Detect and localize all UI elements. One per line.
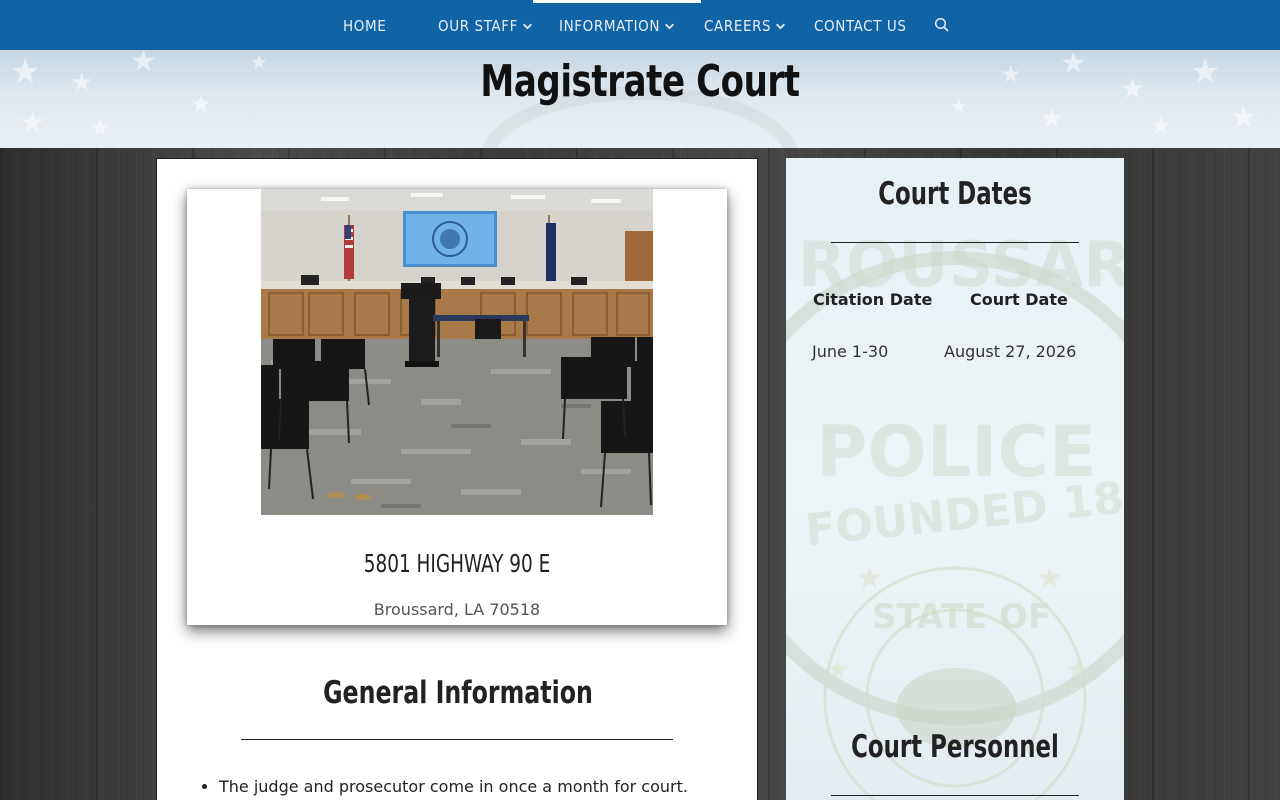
address-city: Broussard, LA 70518 — [373, 600, 541, 619]
general-information-list: The judge and prosecutor come in once a … — [219, 774, 689, 800]
chevron-down-icon — [665, 23, 675, 30]
nav-information-label: INFORMATION — [559, 17, 661, 35]
star-decoration: ★ — [1040, 104, 1064, 134]
star-decoration: ★ — [1190, 52, 1221, 92]
svg-text:★: ★ — [1066, 654, 1089, 684]
court-personnel-heading: Court Personnel — [851, 729, 1059, 765]
nav-contact-us[interactable]: CONTACT US — [814, 0, 907, 50]
star-decoration: ★ — [20, 106, 46, 139]
star-decoration: ★ — [10, 52, 41, 92]
nav-home-label: HOME — [343, 17, 387, 35]
star-decoration: ★ — [1150, 112, 1172, 140]
nav-contact-us-label: CONTACT US — [814, 17, 907, 35]
nav-information[interactable]: INFORMATION — [532, 0, 702, 50]
list-item: The judge and prosecutor come in once a … — [219, 774, 689, 800]
general-information-heading: General Information — [323, 675, 593, 711]
court-date-cell: August 27, 2026 — [944, 342, 1077, 361]
nav-careers[interactable]: CAREERS — [704, 0, 786, 50]
courtroom-image — [261, 189, 653, 515]
court-dates-heading: Court Dates — [878, 176, 1032, 212]
column-header-court-date: Court Date — [970, 290, 1068, 309]
nav-careers-label: CAREERS — [704, 17, 772, 35]
address-street: 5801 HIGHWAY 90 E — [363, 549, 551, 578]
svg-text:★: ★ — [856, 562, 883, 595]
nav-our-staff[interactable]: OUR STAFF — [438, 0, 533, 50]
citation-date-cell: June 1-30 — [812, 342, 889, 361]
courtroom-photo — [261, 189, 653, 515]
nav-home[interactable]: HOME — [343, 0, 386, 50]
divider — [831, 242, 1079, 243]
top-navigation: HOME OUR STAFF INFORMATION CAREERS CONTA… — [0, 0, 1280, 50]
star-decoration: ★ — [90, 116, 110, 141]
police-seal-watermark: ROUSSAR POLICE FOUNDED 1884 STATE OF ★ ★ … — [786, 228, 1124, 800]
nav-our-staff-label: OUR STAFF — [438, 17, 518, 35]
divider — [831, 795, 1079, 796]
svg-text:★: ★ — [826, 654, 849, 684]
svg-text:★: ★ — [1036, 562, 1063, 595]
search-icon[interactable] — [934, 17, 950, 33]
svg-text:STATE OF: STATE OF — [872, 597, 1051, 637]
star-decoration: ★ — [1230, 100, 1257, 135]
chevron-down-icon — [776, 23, 786, 30]
sidebar: ROUSSAR POLICE FOUNDED 1884 STATE OF ★ ★ … — [786, 158, 1124, 800]
page-title: Magistrate Court — [480, 56, 800, 107]
main-content: 5801 HIGHWAY 90 E Broussard, LA 70518 Ge… — [156, 158, 758, 800]
divider — [241, 739, 673, 740]
column-header-citation-date: Citation Date — [813, 290, 933, 309]
location-card: 5801 HIGHWAY 90 E Broussard, LA 70518 — [187, 189, 727, 625]
chevron-down-icon — [522, 23, 532, 30]
